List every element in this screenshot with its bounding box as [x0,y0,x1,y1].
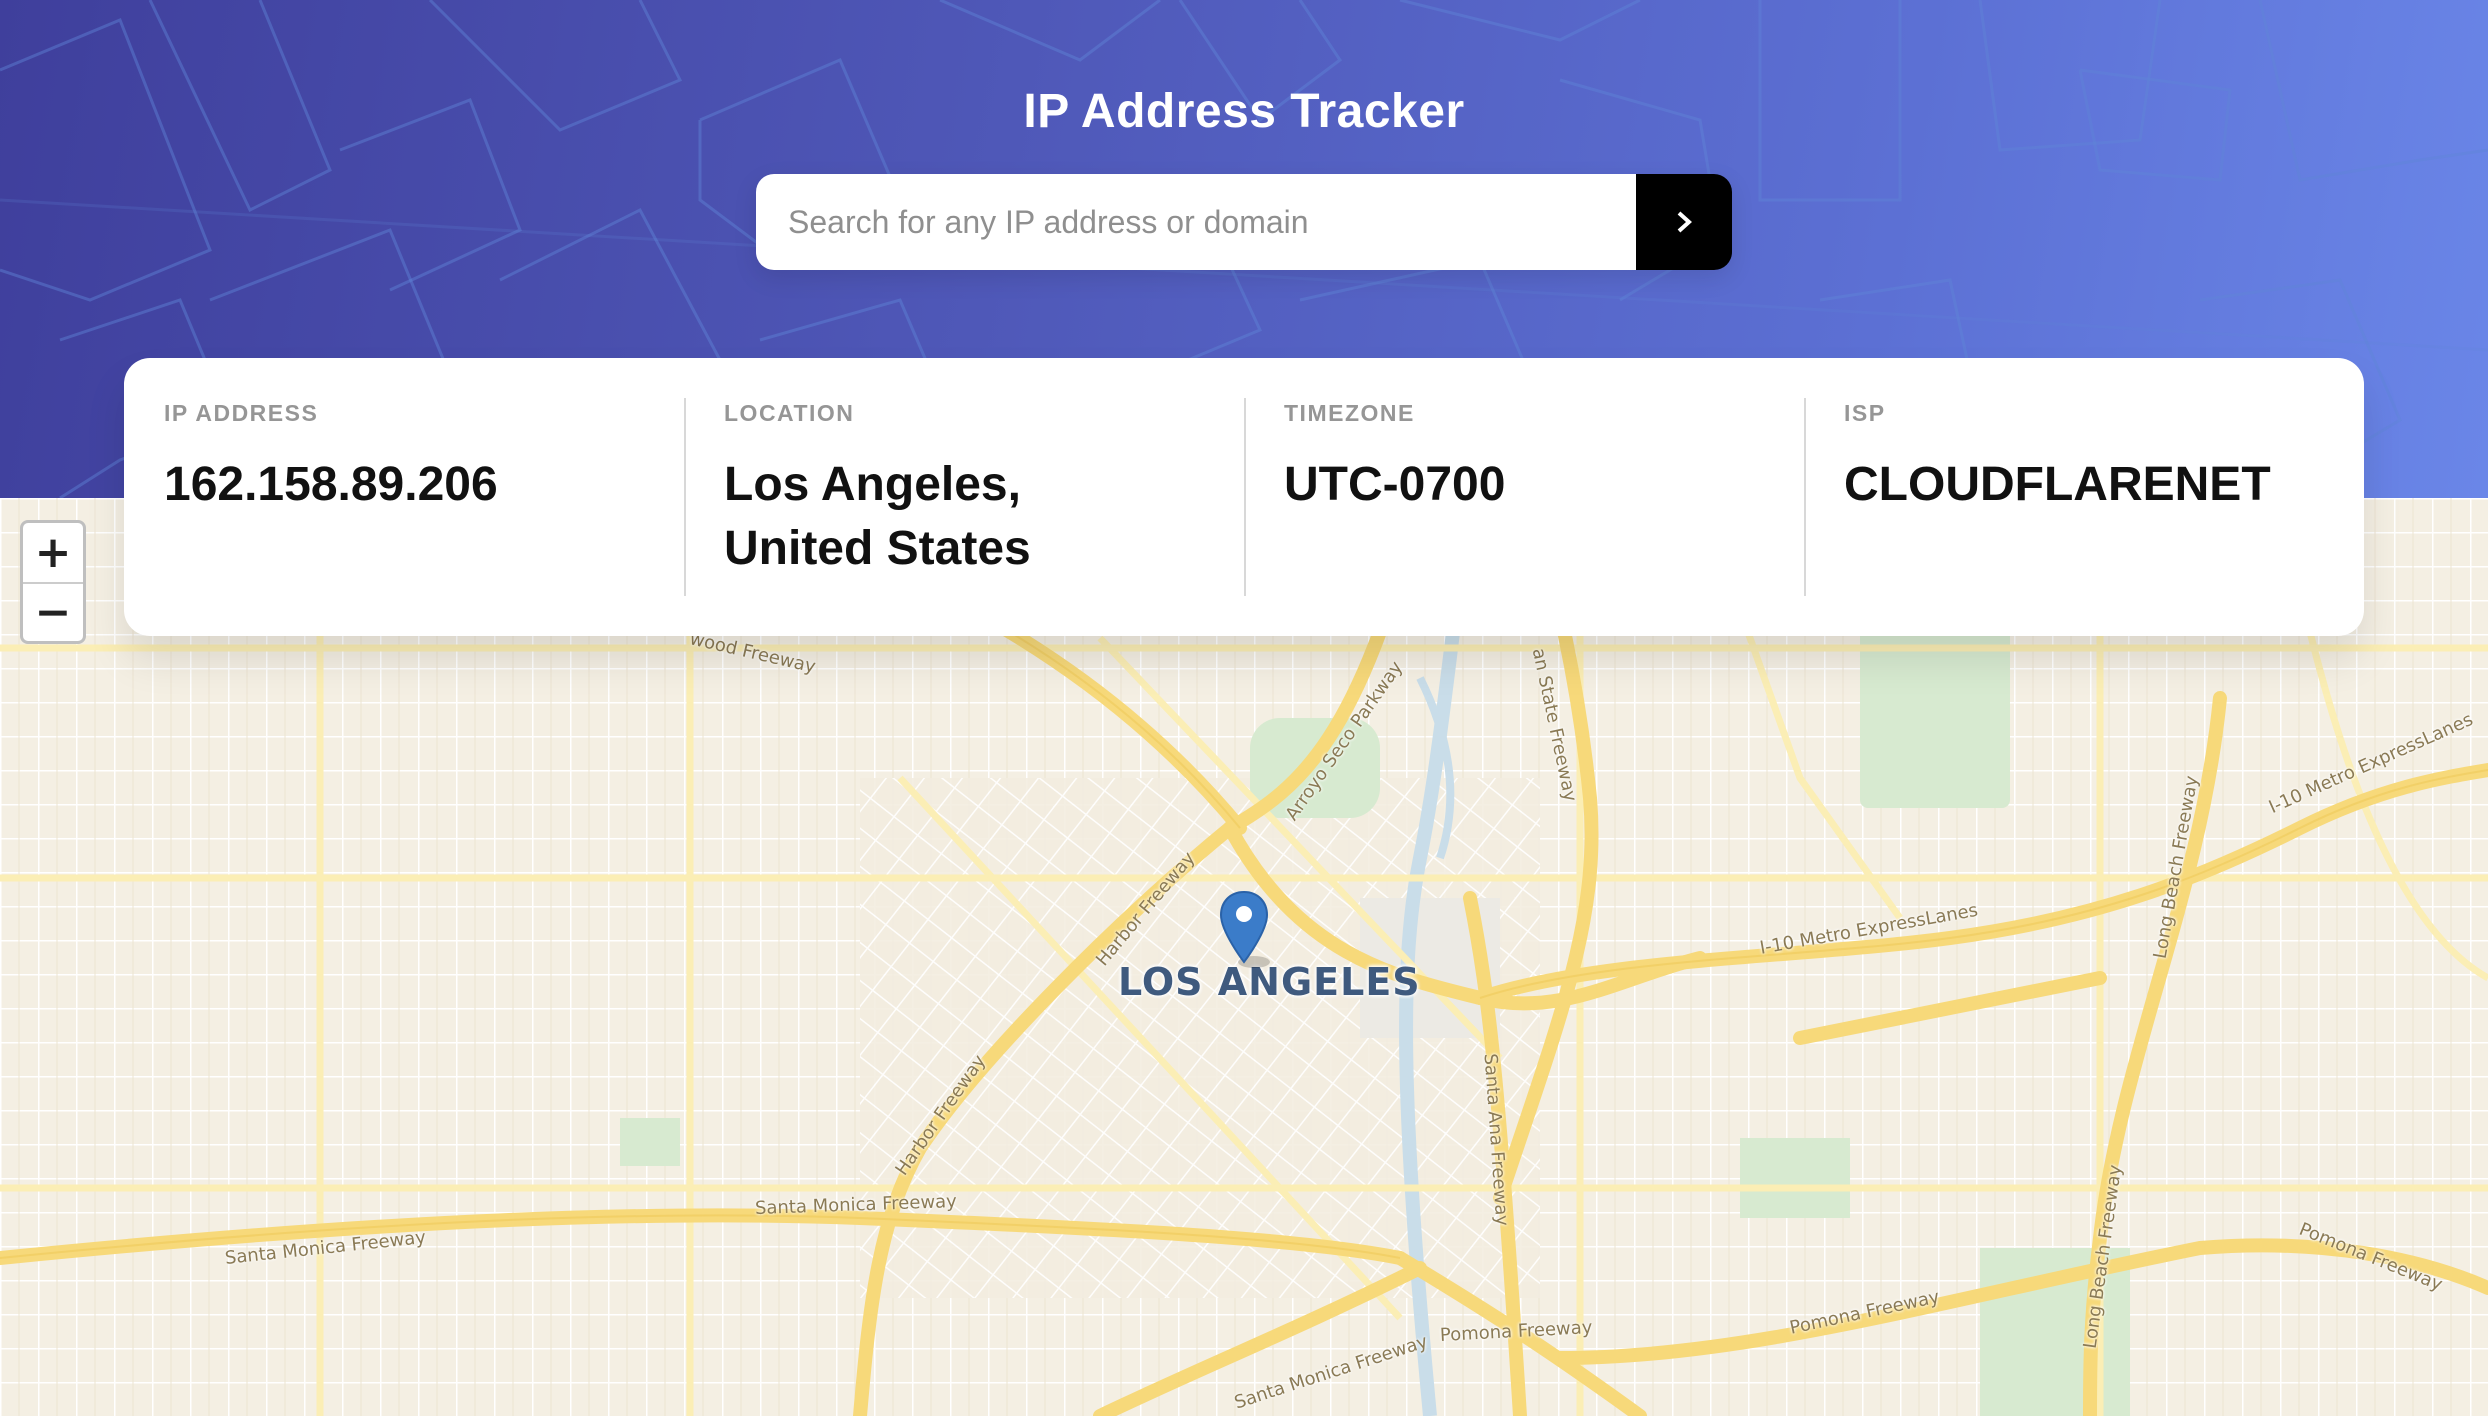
ip-info-card: IP ADDRESS 162.158.89.206 LOCATION Los A… [124,358,2364,636]
search-submit-button[interactable] [1636,174,1732,270]
zoom-out-button[interactable]: − [23,582,83,641]
ip-address-value: 162.158.89.206 [164,458,498,511]
search-input[interactable] [756,174,1636,270]
location-city: Los Angeles, [724,458,1021,511]
isp-label: ISP [1844,400,1886,426]
page-title: IP Address Tracker [1023,85,1465,139]
timezone-label: TIMEZONE [1284,400,1415,426]
isp-value: CLOUDFLARENET [1844,458,2271,511]
timezone-section: TIMEZONE UTC-0700 [1244,358,1804,636]
location-value: Los Angeles, United States [724,453,1204,581]
ip-address-section: IP ADDRESS 162.158.89.206 [124,358,684,636]
zoom-in-button[interactable]: + [23,523,83,582]
location-label: LOCATION [724,400,855,426]
location-country: United States [724,522,1031,575]
search-form [756,174,1732,270]
location-section: LOCATION Los Angeles, United States [684,358,1244,636]
timezone-value: UTC-0700 [1284,458,1506,511]
ip-address-label: IP ADDRESS [164,400,319,426]
map-pin-icon[interactable] [1218,890,1270,970]
isp-section: ISP CLOUDFLARENET [1804,358,2364,636]
chevron-right-icon [1677,211,1692,233]
map-zoom-control: + − [20,520,86,644]
